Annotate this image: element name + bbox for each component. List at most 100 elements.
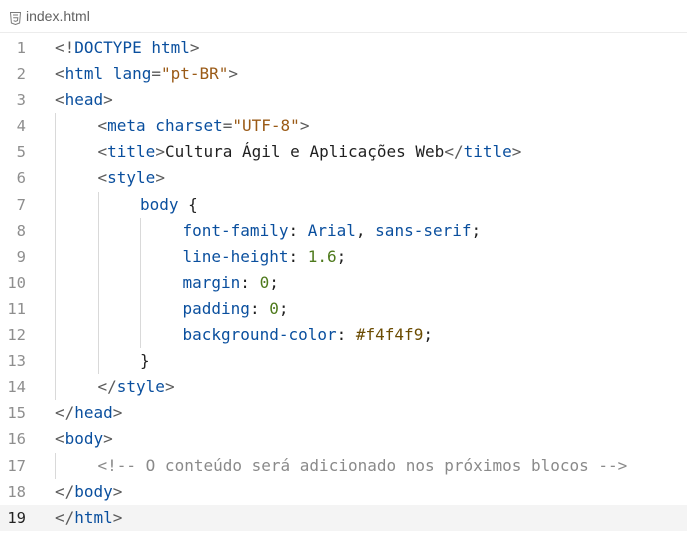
code-token: <! [55, 38, 75, 57]
code-line[interactable]: 14 </style> [0, 374, 687, 401]
code-token: > [511, 142, 522, 162]
code-token: > [155, 142, 165, 162]
code-text: <!-- O conteúdo será adicionado nos próx… [98, 453, 628, 479]
code-token: head [64, 90, 104, 110]
line-number: 18 [7, 482, 26, 501]
code-line[interactable]: 17 <!-- O conteúdo será adicionado nos pr… [0, 452, 687, 479]
code-token: ; [269, 272, 279, 292]
line-number: 6 [16, 169, 26, 188]
code-token: head [74, 403, 113, 423]
code-text: margin: 0; [183, 270, 279, 296]
code-token: > [189, 38, 200, 57]
code-token: html [141, 38, 190, 57]
code-line[interactable]: 7 body { [0, 191, 687, 218]
code-line[interactable]: 15 </head> [0, 400, 687, 426]
code-token: </ [97, 377, 117, 397]
tab-bar: index.html [0, 0, 687, 33]
code-token: : [288, 220, 308, 240]
code-line[interactable]: 8 font-family: Arial, sans-serif; [0, 217, 687, 244]
code-token: ; [278, 298, 289, 318]
code-token: padding [182, 298, 250, 318]
code-text: <head> [55, 87, 113, 113]
line-number: 17 [7, 456, 26, 475]
code-token: Arial [307, 220, 356, 240]
indent-guide [55, 217, 56, 244]
code-token: < [55, 90, 65, 110]
code-line[interactable]: 4 <meta charset="UTF-8"> [0, 113, 687, 140]
indent-guide [140, 322, 141, 349]
indent-guide [97, 191, 99, 218]
line-number: 11 [7, 299, 26, 318]
code-line[interactable]: 1 <!DOCTYPE html> [0, 35, 687, 61]
code-text: </html> [55, 505, 122, 531]
code-text: padding: 0; [183, 296, 289, 322]
code-token: </ [55, 481, 75, 501]
indent-guide [55, 139, 56, 166]
indent-guide [97, 243, 99, 270]
code-text: font-family: Arial, sans-serif; [183, 218, 482, 244]
indent-guide [97, 348, 99, 375]
code-line[interactable]: 10 margin: 0; [0, 269, 687, 296]
code-line[interactable]: 19 </html> [0, 504, 687, 531]
indent-guide [55, 374, 56, 401]
code-token: DOCTYPE [74, 38, 142, 57]
code-token: : [288, 246, 308, 266]
code-token: title [463, 142, 512, 162]
indent-guide [55, 243, 56, 270]
code-text: <!DOCTYPE html> [55, 35, 200, 61]
line-number: 7 [16, 195, 26, 214]
code-token: 0 [269, 298, 279, 318]
line-number: 19 [7, 508, 26, 527]
indent-guide [55, 322, 56, 349]
code-token: ; [336, 246, 347, 266]
line-number: 4 [16, 117, 26, 136]
tab-index-html[interactable]: index.html [4, 0, 96, 32]
code-line[interactable]: 16 <body> [0, 426, 687, 452]
code-token: style [107, 168, 156, 188]
code-text: <style> [98, 165, 165, 191]
code-line[interactable]: 6 <style> [0, 165, 687, 192]
code-token: > [164, 377, 175, 397]
indent-guide [55, 165, 56, 192]
code-token: > [299, 116, 310, 136]
indent-guide [55, 295, 56, 323]
code-token: <!-- O conteúdo será adicionado nos próx… [97, 455, 628, 475]
line-number: 15 [7, 404, 26, 423]
line-number: 8 [16, 221, 26, 240]
code-token: = [222, 116, 233, 136]
indent-guide [97, 322, 99, 349]
code-line[interactable]: 2 <html lang="pt-BR"> [0, 61, 687, 87]
code-editor[interactable]: 1 <!DOCTYPE html> 2 <html lang="pt-BR"> 3 <he… [0, 33, 687, 531]
code-token: style [116, 377, 165, 397]
code-token: > [103, 90, 113, 110]
indent-guide [97, 217, 99, 244]
code-token: 1.6 [307, 246, 337, 266]
code-text: </body> [55, 479, 122, 505]
code-token: > [112, 403, 123, 423]
code-token: { [178, 194, 198, 214]
code-token: } [140, 351, 150, 371]
code-token: > [112, 507, 123, 527]
code-line[interactable]: 13} [0, 348, 687, 375]
code-line[interactable]: 11 padding: 0; [0, 295, 687, 323]
code-token: 0 [259, 272, 270, 292]
code-token: </ [444, 142, 464, 162]
code-token: > [112, 481, 123, 501]
code-line[interactable]: 9 line-height: 1.6; [0, 243, 687, 270]
code-token: margin [182, 272, 241, 292]
code-line[interactable]: 3 <head> [0, 87, 687, 113]
code-line[interactable]: 12 background-color: #f4f4f9; [0, 322, 687, 349]
code-token: background-color [182, 325, 337, 345]
line-number: 3 [16, 91, 26, 110]
code-token: < [97, 142, 108, 162]
code-token: line-height [182, 246, 289, 266]
indent-guide [140, 217, 141, 244]
code-line[interactable]: 5 <title>Cultura Ágil e Aplicações Web</t… [0, 139, 687, 166]
code-text: <meta charset="UTF-8"> [98, 113, 310, 139]
code-text: </head> [55, 400, 122, 426]
code-token: , [355, 220, 376, 240]
code-line[interactable]: 18 </body> [0, 479, 687, 505]
code-token: meta [107, 116, 146, 136]
code-token: body [74, 481, 113, 501]
code-token: #f4f4f9 [355, 325, 424, 345]
